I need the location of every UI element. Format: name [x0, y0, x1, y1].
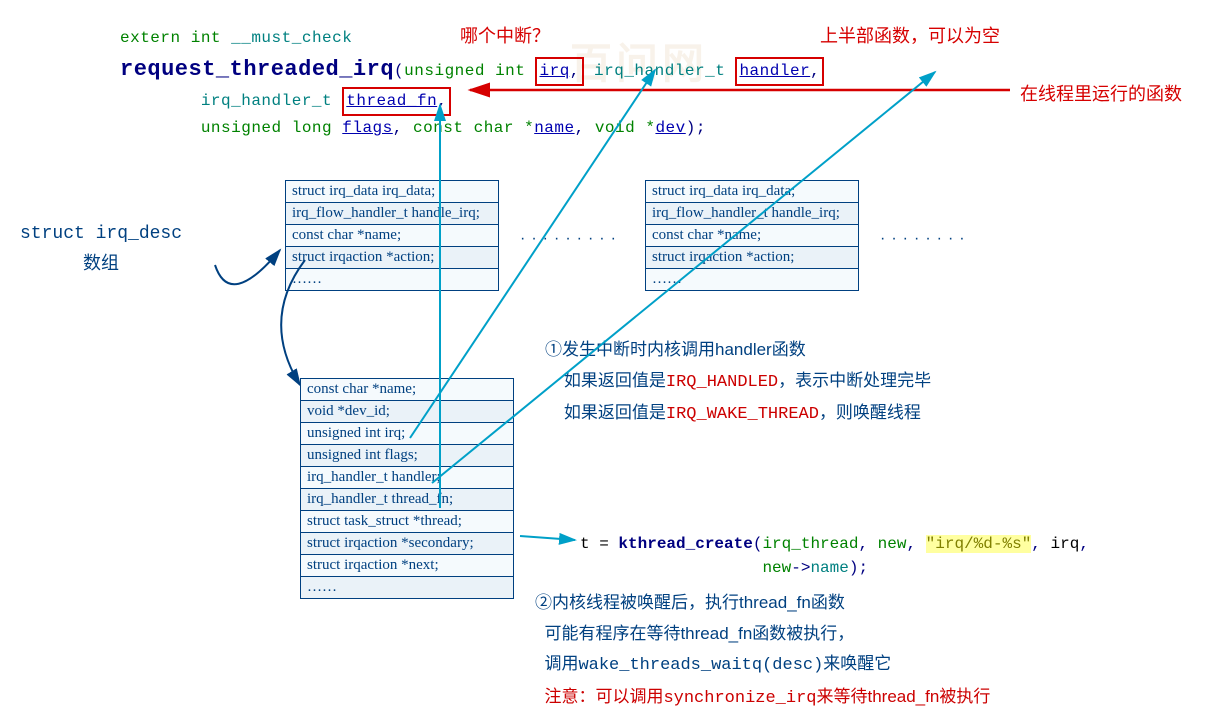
cell: irq_flow_handler_t handle_irq; [286, 203, 499, 225]
e1-l1a: ①发生中断时内核调用 [545, 340, 715, 359]
c-c3: , [1031, 535, 1050, 553]
e2-l3a: 调用 [544, 654, 578, 673]
param-handler: handler [739, 62, 810, 80]
c-irq-thread: irq_thread [762, 535, 858, 553]
kw-must-check: __must_check [231, 29, 352, 47]
e1-l1b: handler [715, 340, 772, 359]
e2-l2b: thread_fn [680, 624, 752, 643]
e2-l3c: 来唤醒它 [823, 654, 891, 673]
table-action: const char *name; void *dev_id; unsigned… [300, 378, 514, 599]
cell: void *dev_id; [301, 401, 514, 423]
cell: struct irqaction *secondary; [301, 533, 514, 555]
kw-extern: extern int [120, 29, 221, 47]
e1-l2b: ，表示中断处理完毕 [778, 371, 931, 390]
cell: struct irqaction *action; [646, 247, 859, 269]
c-lp: ( [753, 535, 763, 553]
cell: struct irq_data irq_data; [646, 181, 859, 203]
cell: irq_handler_t handler; [301, 467, 514, 489]
cell: const char *name; [301, 379, 514, 401]
c-c1: , [858, 535, 877, 553]
param-flags: flags [342, 119, 393, 137]
e1-irq-handled: IRQ_HANDLED [666, 373, 778, 392]
c-irq: irq [1051, 535, 1080, 553]
c-arrow: -> [791, 559, 810, 577]
cell: …… [286, 269, 499, 291]
cell: irq_flow_handler_t handle_irq; [646, 203, 859, 225]
annot-thread-run: 在线程里运行的函数 [1020, 80, 1182, 106]
e1-l2a: 如果返回值是 [564, 371, 666, 390]
function-signature: extern int __must_check request_threaded… [120, 26, 824, 142]
cell: struct irq_data irq_data; [286, 181, 499, 203]
type-uint: unsigned int [404, 62, 525, 80]
e1-l3a: 如果返回值是 [564, 403, 666, 422]
cell: struct task_struct *thread; [301, 511, 514, 533]
type-handler-t2: irq_handler_t [201, 92, 332, 110]
e2-l4e: thread_fn [867, 687, 939, 706]
cell: unsigned int flags; [301, 445, 514, 467]
c-kthread: kthread_create [618, 535, 752, 553]
c-new2: new [762, 559, 791, 577]
c-rp: ); [849, 559, 868, 577]
cell: …… [301, 577, 514, 599]
explain-block-2: ②内核线程被唤醒后，执行thread_fn函数 可能有程序在等待thread_f… [535, 588, 990, 714]
e2-l1b: thread_fn [739, 593, 811, 612]
e2-l1a: ②内核线程被唤醒后，执行 [535, 593, 739, 612]
c-c2: , [906, 535, 925, 553]
e2-l1c: 函数 [811, 593, 845, 612]
cell: const char *name; [646, 225, 859, 247]
struct-label-2: 数组 [83, 253, 119, 273]
cell: struct irqaction *action; [286, 247, 499, 269]
cell: unsigned int irq; [301, 423, 514, 445]
cell: irq_handler_t thread_fn; [301, 489, 514, 511]
e2-l4a: 注意： [544, 687, 595, 706]
dots-between-1: ········· [520, 230, 622, 248]
param-name: name [534, 119, 574, 137]
kthread-code: t = kthread_create(irq_thread, new, "irq… [580, 532, 1089, 580]
table-irq-desc-1: struct irq_data irq_data; irq_flow_handl… [285, 180, 499, 291]
dots-between-2: ········ [880, 230, 971, 248]
type-constchar: const char * [413, 119, 534, 137]
e1-l1c: 函数 [772, 340, 806, 359]
cell: struct irqaction *next; [301, 555, 514, 577]
struct-label-1: struct irq_desc [20, 224, 182, 244]
type-handler-t: irq_handler_t [594, 62, 725, 80]
struct-label: struct irq_desc 数组 [20, 220, 182, 280]
e2-l4f: 被执行 [939, 687, 990, 706]
e2-l3b: wake_threads_waitq(desc) [578, 656, 823, 675]
cell: const char *name; [286, 225, 499, 247]
e1-l3b: ，则唤醒线程 [819, 403, 921, 422]
e2-l4d: 来等待 [816, 687, 867, 706]
c-c4: , [1079, 535, 1089, 553]
param-dev: dev [655, 119, 685, 137]
type-ulong: unsigned long [201, 119, 332, 137]
e2-l2c: 函数被执行， [752, 624, 854, 643]
fn-name: request_threaded_irq [120, 57, 394, 82]
table-irq-desc-2: struct irq_data irq_data; irq_flow_handl… [645, 180, 859, 291]
e2-l4b: 可以调用 [595, 687, 663, 706]
c-name: name [810, 559, 848, 577]
c-fmt: "irq/%d-%s" [926, 535, 1032, 553]
annot-top-half: 上半部函数，可以为空 [820, 22, 1000, 48]
type-void: void * [595, 119, 656, 137]
e2-l2a: 可能有程序在等待 [544, 624, 680, 643]
param-thread-fn: thread_fn [346, 92, 437, 110]
explain-block-1: ①发生中断时内核调用handler函数 如果返回值是IRQ_HANDLED，表示… [545, 335, 931, 431]
cell: …… [646, 269, 859, 291]
c-new1: new [878, 535, 907, 553]
c-teq: t = [580, 535, 618, 553]
param-irq: irq [539, 62, 569, 80]
e1-wake: IRQ_WAKE_THREAD [666, 405, 819, 424]
